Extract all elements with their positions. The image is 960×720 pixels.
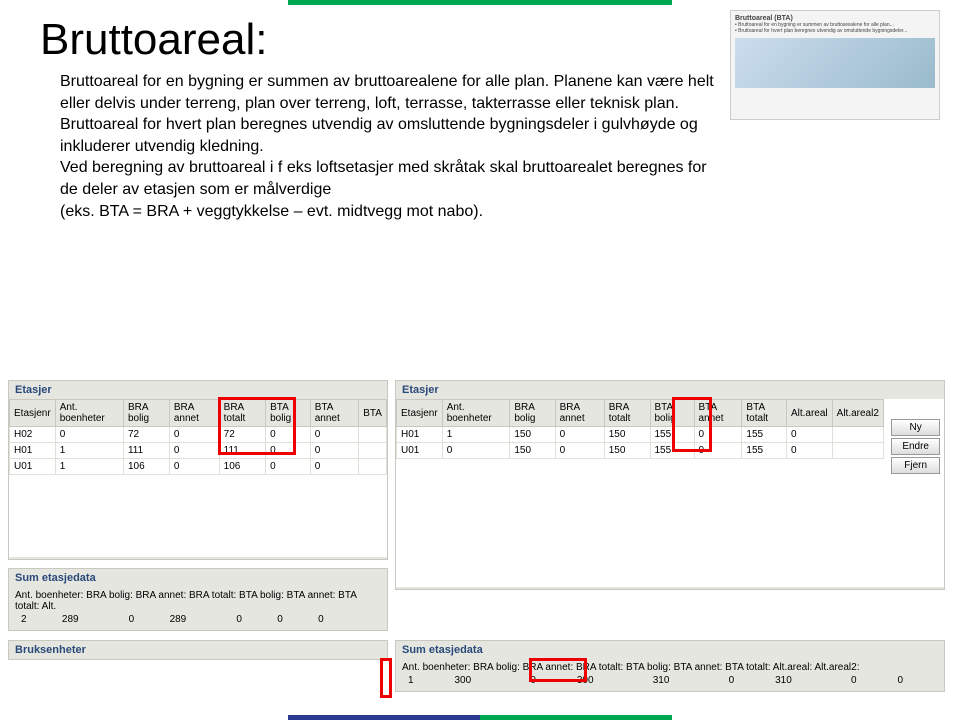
etasjer-panel-left: Etasjer Etasjenr Ant. boenheter BRA boli… <box>8 380 388 560</box>
panel-title-right: Etasjer <box>396 381 944 399</box>
sum-header-left: Ant. boenheter: BRA bolig: BRA annet: BR… <box>15 590 381 612</box>
highlight-box <box>380 658 392 698</box>
highlight-box <box>218 397 296 455</box>
etasjer-table-right: Etasjenr Ant. boenheter BRA bolig BRA an… <box>396 399 884 459</box>
etasjer-panel-right: Etasjer Etasjenr Ant. boenheter BRA boli… <box>395 380 945 590</box>
sum-title-left: Sum etasjedata <box>9 569 387 587</box>
desc-p1: Bruttoareal for en bygning er summen av … <box>60 71 720 114</box>
endre-button[interactable]: Endre <box>891 438 940 455</box>
ny-button[interactable]: Ny <box>891 419 940 436</box>
table-row: H011150015015501550 <box>397 427 884 443</box>
desc-p4: (eks. BTA = BRA + veggtykkelse – evt. mi… <box>60 201 720 223</box>
table-row: H0207207200 <box>10 427 387 443</box>
table-header-row: Etasjenr Ant. boenheter BRA bolig BRA an… <box>10 400 387 427</box>
panel-title-left: Etasjer <box>9 381 387 399</box>
bottom-accent-bar <box>288 715 672 720</box>
table-header-row: Etasjenr Ant. boenheter BRA bolig BRA an… <box>397 400 884 427</box>
desc-p2: Bruttoareal for hvert plan beregnes utve… <box>60 114 720 157</box>
table-row: U010150015015501550 <box>397 443 884 459</box>
desc-p3: Ved beregning av bruttoareal i f eks lof… <box>60 157 720 200</box>
bruksenheter-panel: Bruksenheter <box>8 640 388 660</box>
highlight-box <box>672 397 712 452</box>
top-thumbnail: Bruttoareal (BTA) • Bruttoareal for en b… <box>730 10 940 120</box>
table-row: H011111011100 <box>10 443 387 459</box>
fjern-button[interactable]: Fjern <box>891 457 940 474</box>
table-row: U011106010600 <box>10 459 387 475</box>
sum-title-right: Sum etasjedata <box>396 641 944 659</box>
sum-header-right: Ant. boenheter: BRA bolig: BRA annet: BR… <box>402 662 938 673</box>
description: Bruttoareal for en bygning er summen av … <box>0 71 780 222</box>
etasjer-table-left: Etasjenr Ant. boenheter BRA bolig BRA an… <box>9 399 387 475</box>
bruksenheter-title: Bruksenheter <box>9 641 387 659</box>
highlight-box <box>529 658 587 682</box>
thumb-title: Bruttoareal (BTA) <box>735 15 935 22</box>
sum-etasjedata-right: Sum etasjedata Ant. boenheter: BRA bolig… <box>395 640 945 692</box>
sum-etasjedata-left: Sum etasjedata Ant. boenheter: BRA bolig… <box>8 568 388 631</box>
